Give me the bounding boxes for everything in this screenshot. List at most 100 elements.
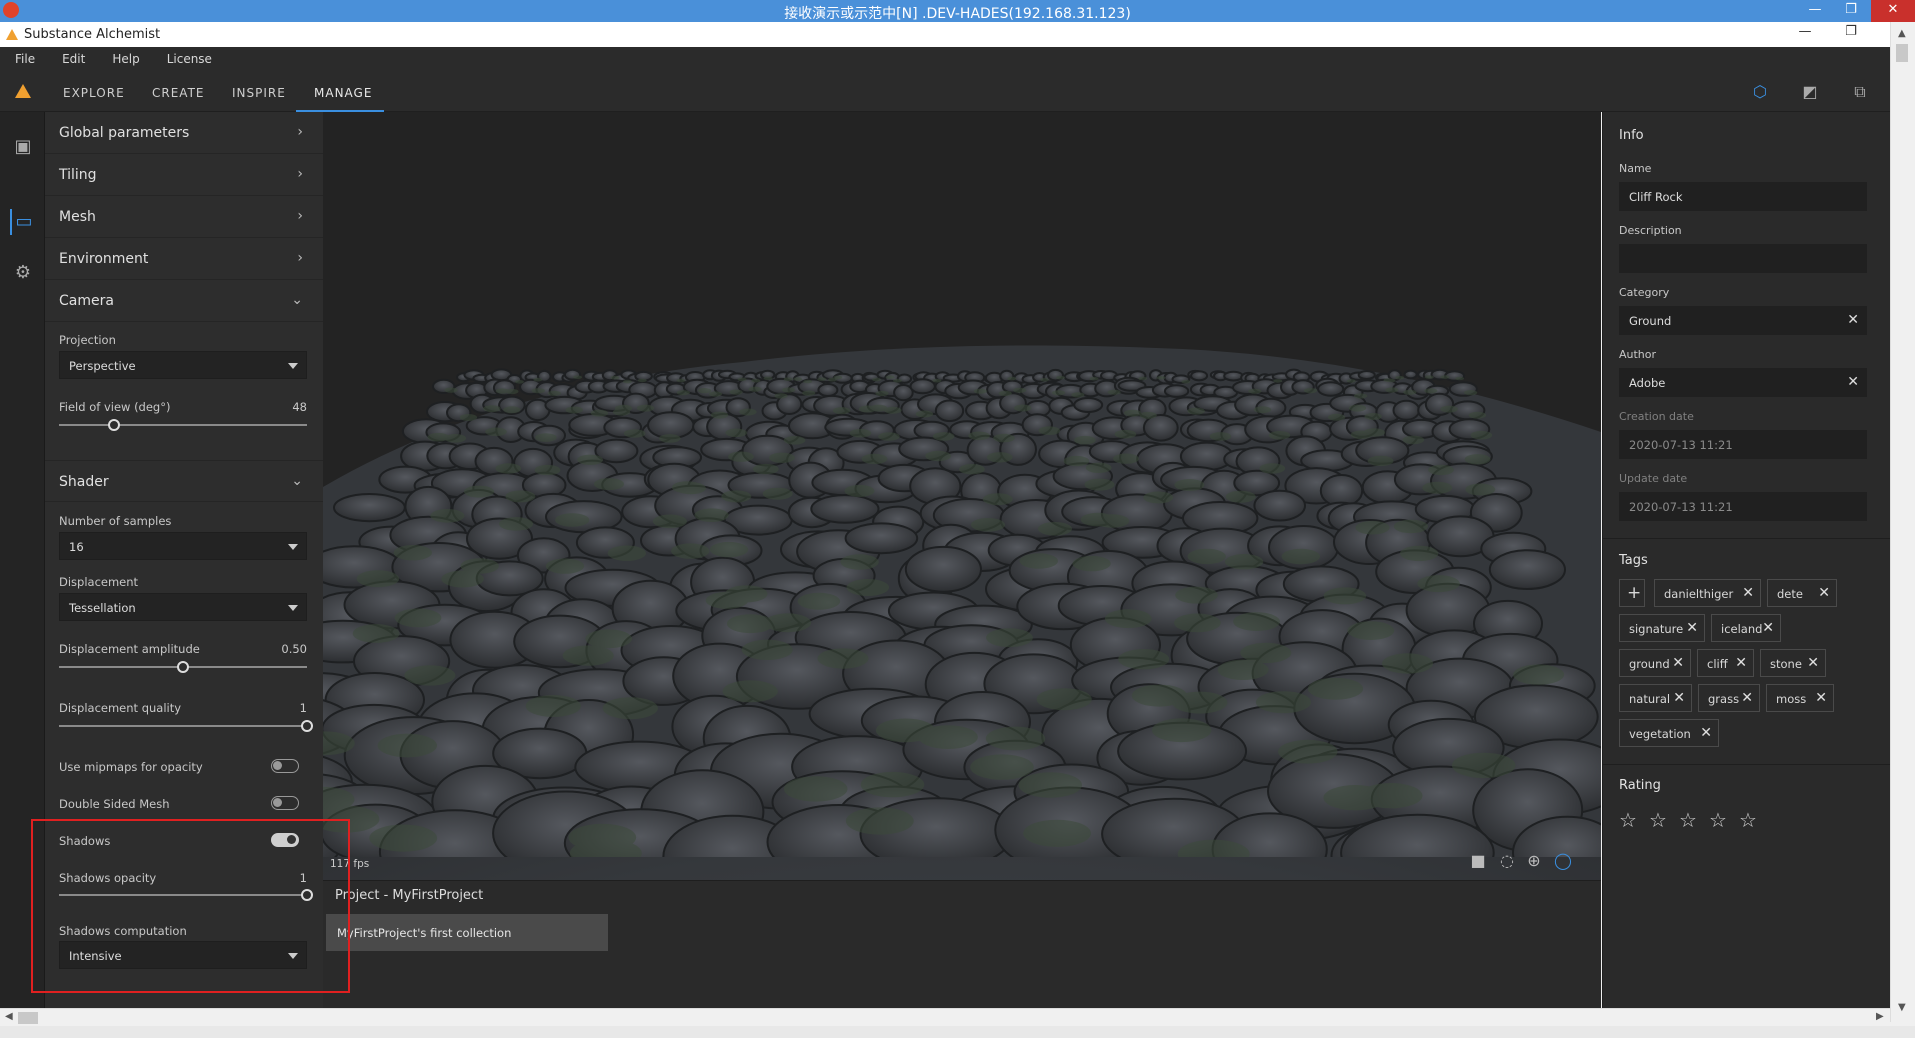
category-field[interactable]: Ground ✕ [1619,306,1867,335]
description-field[interactable] [1619,244,1867,273]
slider-thumb[interactable] [177,661,189,673]
grid-globe-icon[interactable]: ⊕ [1523,850,1545,872]
remote-minimize-button[interactable]: — [1800,0,1830,22]
vertical-scrollbar[interactable]: ▲ ▼ [1890,22,1915,1022]
3d-view-cube-icon[interactable]: ⬡ [1749,81,1771,103]
amplitude-slider[interactable] [59,660,307,674]
environment-light-icon[interactable]: ◌ [1496,850,1518,872]
menu-help[interactable]: Help [97,47,151,71]
section-environment[interactable]: Environment › [45,238,323,280]
remove-tag-icon[interactable]: ✕ [1735,655,1747,671]
rating-star-5-icon[interactable]: ☆ [1739,808,1757,832]
library-icon[interactable]: ▣ [10,134,36,160]
rating-star-3-icon[interactable]: ☆ [1679,808,1697,832]
menu-edit[interactable]: Edit [47,47,97,71]
tag-chip[interactable]: vegetation ✕ [1619,719,1719,747]
remove-tag-icon[interactable]: ✕ [1700,725,1712,741]
remote-close-button[interactable]: ✕ [1871,0,1915,22]
author-field[interactable]: Adobe ✕ [1619,368,1867,397]
name-field[interactable]: Cliff Rock [1619,182,1867,211]
projection-dropdown[interactable]: Perspective [59,351,307,379]
samples-value: 16 [69,540,84,554]
tag-chip[interactable]: natural ✕ [1619,684,1692,712]
scroll-up-icon[interactable]: ▲ [1898,28,1906,39]
tag-chip[interactable]: stone ✕ [1760,649,1826,677]
tag-chip[interactable]: ground ✕ [1619,649,1691,677]
tab-manage[interactable]: MANAGE [296,71,384,112]
moss-patch [1428,464,1454,476]
display-settings-icon[interactable]: ▭ [10,209,36,235]
moss-patch [393,545,432,561]
dropdown-arrow-icon [288,363,298,369]
camera-icon[interactable]: ■ [1467,850,1489,872]
remove-tag-icon[interactable]: ✕ [1807,655,1819,671]
sphere-preview-icon[interactable]: ◯ [1552,850,1574,872]
tag-chip[interactable]: danielthiger ✕ [1654,579,1761,607]
remove-tag-icon[interactable]: ✕ [1818,585,1830,601]
tag-chip[interactable]: iceland ✕ [1711,614,1781,642]
section-shader[interactable]: Shader ⌄ [45,460,323,502]
mipmaps-toggle[interactable] [271,759,299,773]
update-date-field: 2020-07-13 11:21 [1619,492,1867,521]
moss-patch [1281,548,1320,565]
remove-tag-icon[interactable]: ✕ [1673,690,1685,706]
tab-create[interactable]: CREATE [152,71,205,112]
material-settings-icon[interactable]: ⚙ [10,260,36,286]
remove-tag-icon[interactable]: ✕ [1741,690,1753,706]
rating-star-4-icon[interactable]: ☆ [1709,808,1727,832]
remove-tag-icon[interactable]: ✕ [1762,620,1774,636]
clear-category-icon[interactable]: ✕ [1847,312,1859,328]
moss-patch [1074,435,1096,445]
remove-tag-icon[interactable]: ✕ [1815,690,1827,706]
collection-item[interactable]: MyFirstProject's first collection [326,914,608,951]
moss-patch [394,608,442,628]
rating-star-2-icon[interactable]: ☆ [1649,808,1667,832]
tag-chip[interactable]: signature ✕ [1619,614,1705,642]
add-tag-button[interactable]: + [1619,579,1645,607]
tag-label: grass [1708,692,1740,706]
remove-tag-icon[interactable]: ✕ [1742,585,1754,601]
moss-patch [534,464,561,476]
moss-patch [932,432,955,441]
rating-star-1-icon[interactable]: ☆ [1619,808,1637,832]
scroll-right-icon[interactable]: ▶ [1876,1011,1884,1022]
scrollbar-thumb[interactable] [1896,44,1908,62]
menu-license[interactable]: License [152,47,224,71]
app-minimize-button[interactable]: — [1790,24,1820,44]
moss-patch [1181,379,1191,384]
tag-chip[interactable]: moss ✕ [1766,684,1834,712]
samples-dropdown[interactable]: 16 [59,532,307,560]
quality-slider[interactable] [59,719,313,733]
chevron-right-icon: › [297,166,303,182]
fov-slider[interactable] [59,418,307,432]
menu-file[interactable]: File [0,47,47,71]
scroll-left-icon[interactable]: ◀ [5,1011,13,1022]
moss-patch [498,517,534,531]
clear-author-icon[interactable]: ✕ [1847,374,1859,390]
remove-tag-icon[interactable]: ✕ [1686,620,1698,636]
tag-chip[interactable]: dete ✕ [1767,579,1837,607]
moss-patch [573,375,582,379]
remote-restore-button[interactable]: ❐ [1836,0,1866,22]
tag-chip[interactable]: grass ✕ [1698,684,1760,712]
section-camera[interactable]: Camera ⌄ [45,280,323,322]
moss-patch [1172,691,1228,714]
split-view-icon[interactable]: ⧉ [1849,81,1871,103]
section-tiling[interactable]: Tiling › [45,154,323,196]
scrollbar-thumb[interactable] [18,1012,38,1024]
tab-explore[interactable]: EXPLORE [63,71,125,112]
2d-view-icon[interactable]: ◩ [1799,81,1821,103]
slider-thumb[interactable] [301,720,313,732]
tag-chip[interactable]: cliff ✕ [1697,649,1754,677]
app-restore-button[interactable]: ❐ [1836,24,1866,44]
remove-tag-icon[interactable]: ✕ [1672,655,1684,671]
scroll-down-icon[interactable]: ▼ [1898,1002,1906,1013]
displacement-dropdown[interactable]: Tessellation [59,593,307,621]
double-sided-toggle[interactable] [271,796,299,810]
horizontal-scrollbar[interactable]: ◀ ▶ [0,1008,1890,1026]
slider-thumb[interactable] [107,419,120,431]
section-global-parameters[interactable]: Global parameters › [45,112,323,154]
3d-viewport[interactable]: 117 fps ■ ◌ ⊕ ◯ [323,112,1601,880]
section-mesh[interactable]: Mesh › [45,196,323,238]
tab-inspire[interactable]: INSPIRE [232,71,286,112]
